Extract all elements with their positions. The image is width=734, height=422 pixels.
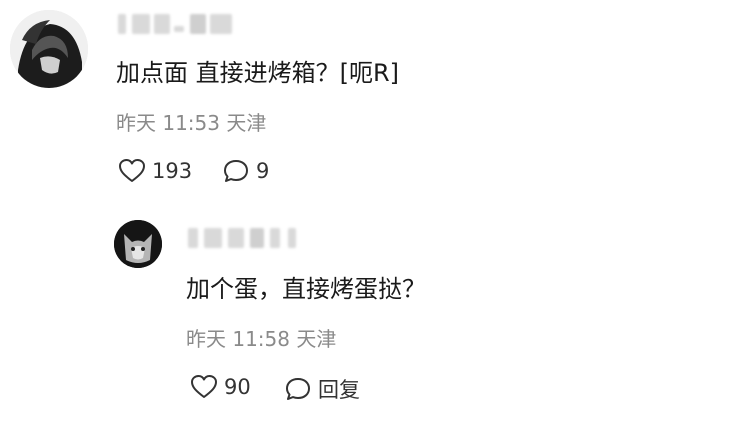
- comment-text: 加点面 直接进烤箱？[呃R]: [116, 59, 400, 87]
- reply-button[interactable]: 回复: [284, 374, 360, 404]
- username-redacted[interactable]: [118, 14, 248, 34]
- like-button[interactable]: 90: [190, 374, 251, 400]
- username-redacted[interactable]: [188, 228, 318, 248]
- like-button[interactable]: 193: [118, 158, 192, 184]
- heart-outline-icon: [119, 159, 145, 182]
- comment-meta: 昨天 11:53 天津: [116, 111, 267, 135]
- reply-label: 回复: [318, 378, 360, 402]
- heart-outline-icon: [191, 375, 217, 398]
- avatar[interactable]: [114, 220, 162, 268]
- reply-item: 加个蛋，直接烤蛋挞？ 昨天 11:58 天津 90 回复: [0, 210, 734, 422]
- reply-count: 9: [256, 159, 270, 183]
- speech-bubble-icon: [224, 160, 248, 182]
- like-count: 193: [152, 159, 193, 183]
- reply-count-button[interactable]: 9: [222, 158, 269, 184]
- speech-bubble-icon: [286, 378, 310, 400]
- comment-item: 加点面 直接进烤箱？[呃R] 昨天 11:53 天津 193 9: [0, 0, 734, 200]
- avatar[interactable]: [10, 10, 88, 88]
- reply-text: 加个蛋，直接烤蛋挞？: [186, 275, 426, 303]
- avatar-image: [10, 10, 88, 88]
- like-count: 90: [224, 375, 251, 399]
- avatar-image: [114, 220, 162, 268]
- reply-meta: 昨天 11:58 天津: [186, 327, 337, 351]
